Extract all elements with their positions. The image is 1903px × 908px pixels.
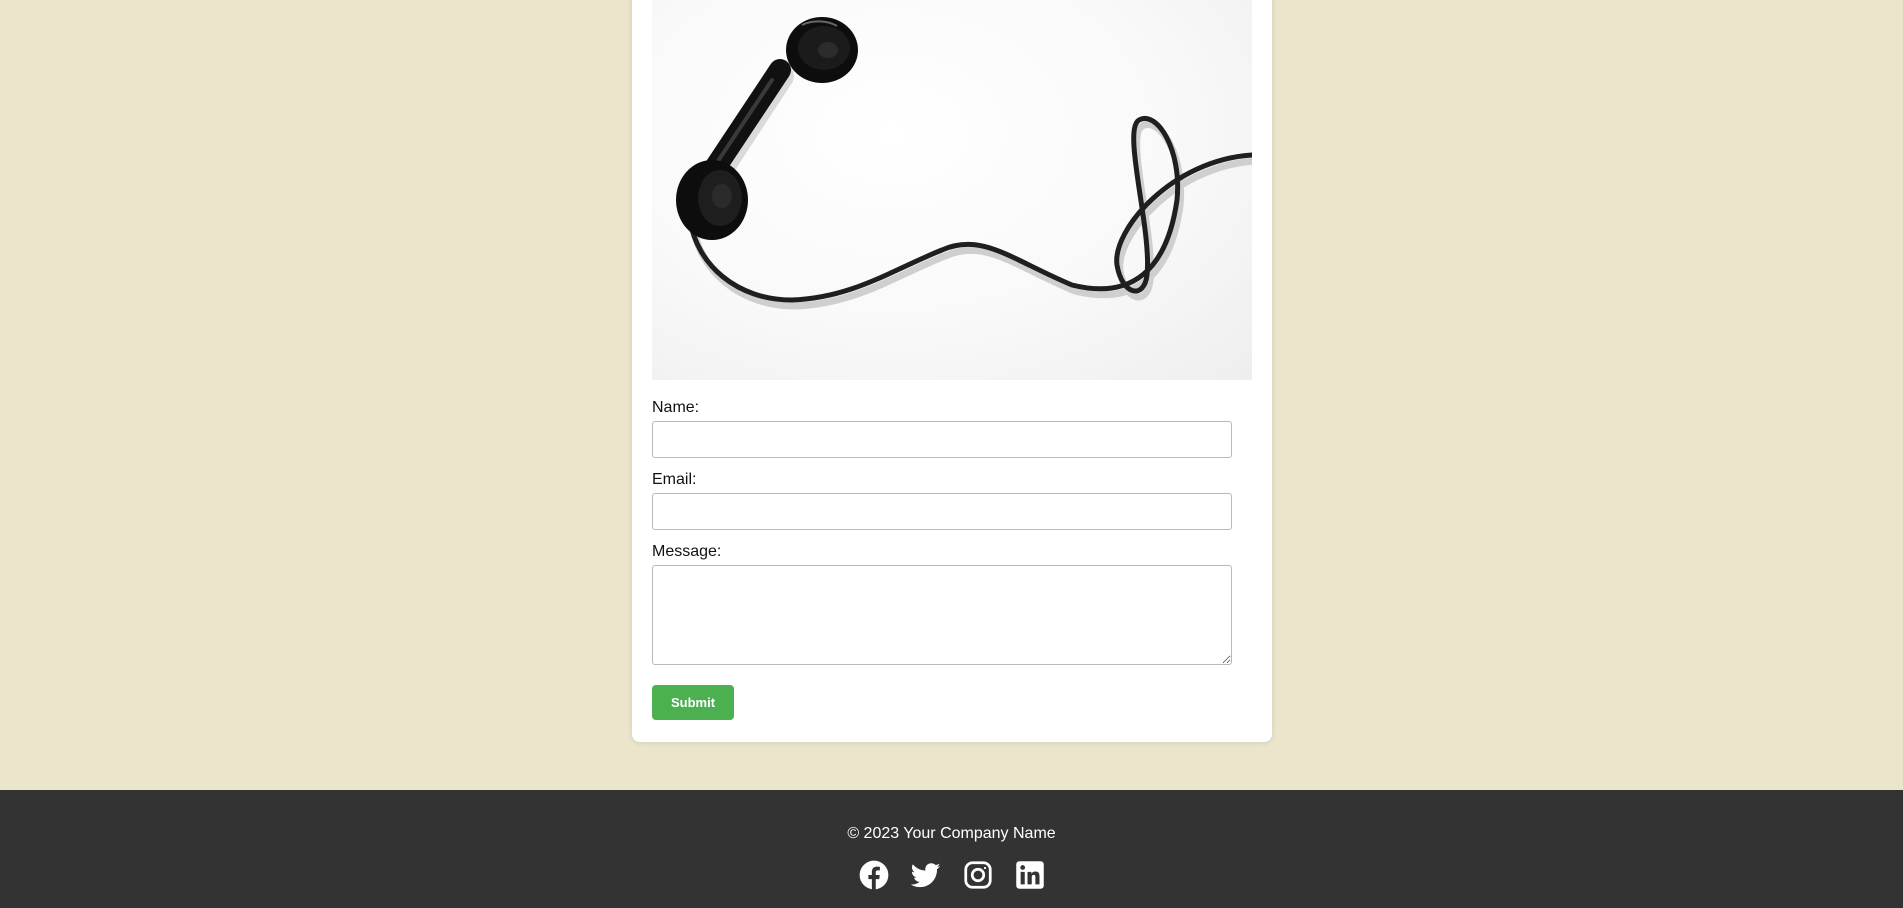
email-input[interactable] (652, 493, 1232, 530)
name-label: Name: (652, 399, 700, 416)
page-footer: © 2023 Your Company Name (0, 790, 1903, 908)
copyright-text: © 2023 Your Company Name (847, 825, 1056, 842)
submit-button[interactable]: Submit (652, 685, 734, 720)
contact-form: Name: Email: Message: Submit (652, 399, 1232, 720)
instagram-icon[interactable] (963, 860, 993, 890)
name-input[interactable] (652, 421, 1232, 458)
telephone-hero-image (652, 0, 1252, 380)
facebook-icon[interactable] (859, 860, 889, 890)
social-links (0, 860, 1903, 890)
twitter-icon[interactable] (910, 860, 941, 890)
message-textarea[interactable] (652, 565, 1232, 665)
contact-card: Name: Email: Message: Submit (632, 0, 1272, 742)
email-label: Email: (652, 471, 697, 488)
telephone-receiver-illustration (676, 17, 1252, 310)
message-label: Message: (652, 543, 722, 560)
linkedin-icon[interactable] (1015, 860, 1045, 890)
